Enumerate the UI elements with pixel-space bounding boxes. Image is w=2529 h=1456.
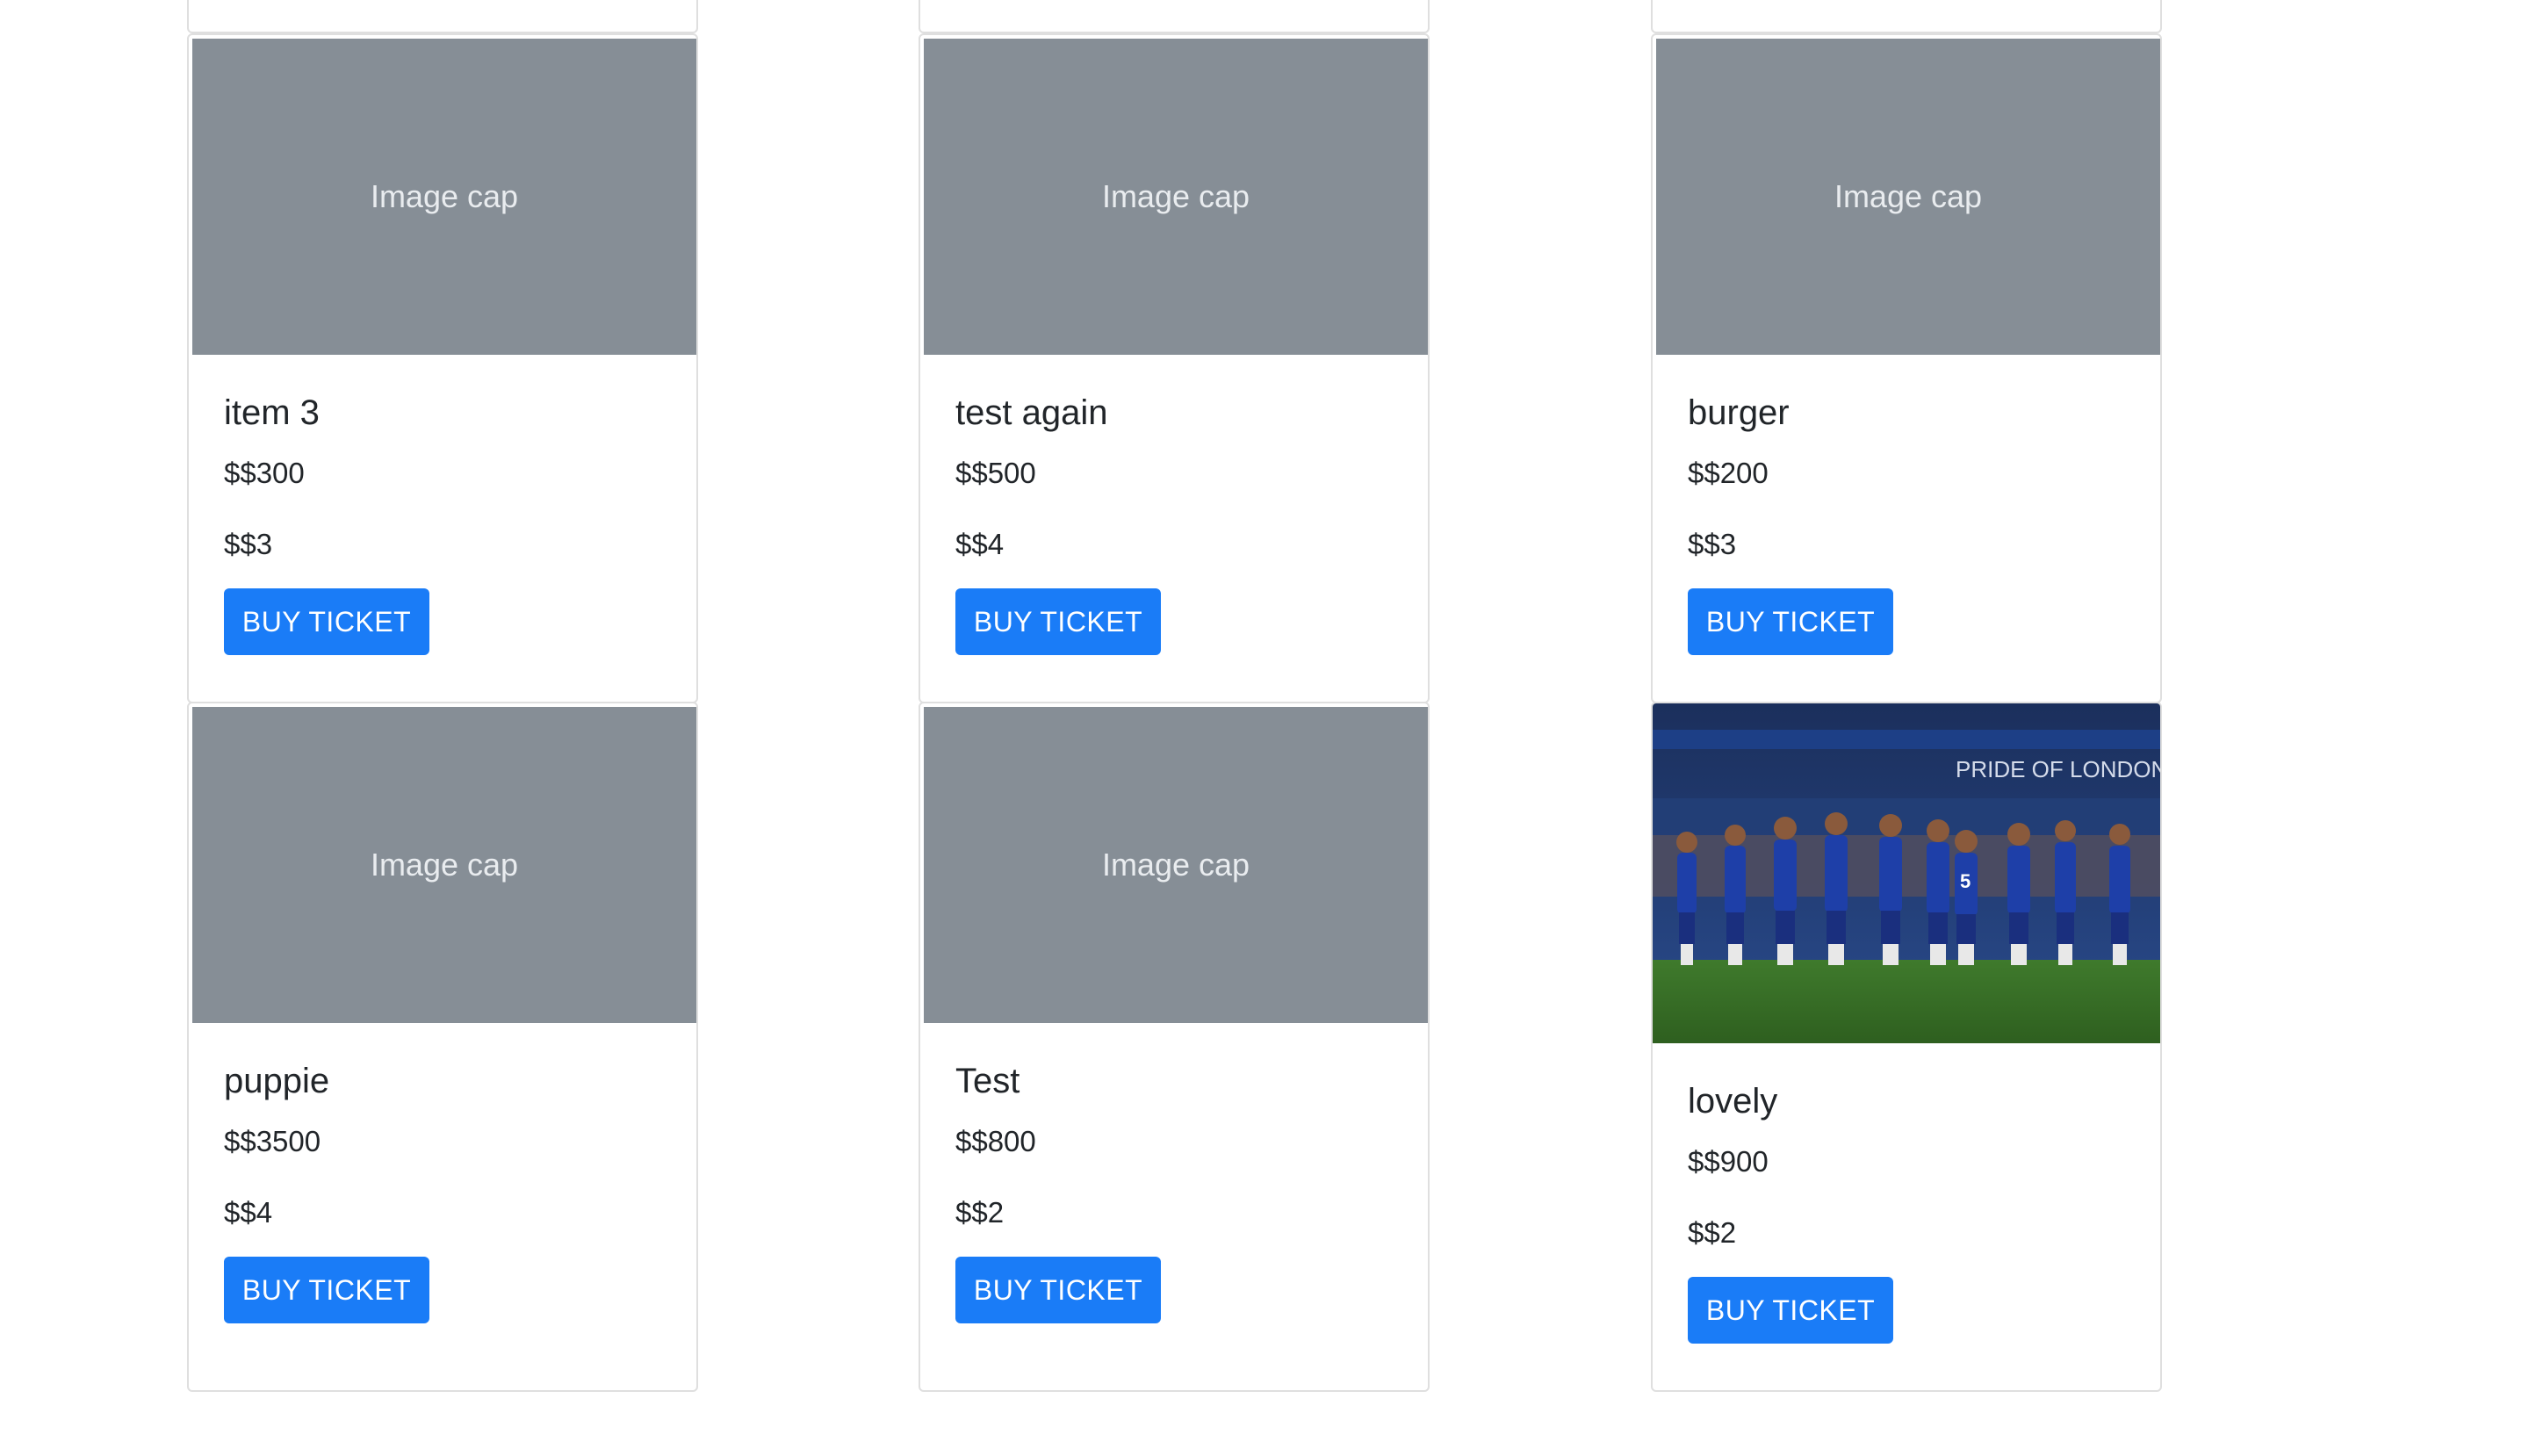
event-card-grid: Image cap item 3 $$300 $$3 BUY TICKET Im…: [0, 0, 2529, 1456]
card-price: $$200: [1688, 457, 1769, 489]
card-stub-previous-row: [187, 0, 698, 33]
card-title: puppie: [224, 1062, 330, 1100]
card-quantity: $$2: [955, 1196, 1005, 1229]
event-card: Image cap puppie $$3500 $$4 BUY TICKET: [187, 702, 698, 1392]
card-quantity: $$3: [1688, 528, 1737, 560]
event-card: Image cap burger $$200 $$3 BUY TICKET: [1651, 33, 2162, 703]
card-quantity: $$2: [1688, 1216, 1737, 1249]
card-price: $$900: [1688, 1145, 1769, 1178]
card-stub-previous-row: [919, 0, 1430, 33]
buy-ticket-button[interactable]: BUY TICKET: [224, 588, 429, 655]
card-price: $$800: [955, 1125, 1036, 1157]
svg-text:5: 5: [1960, 870, 1971, 892]
card-title: item 3: [224, 393, 320, 432]
card-stub-previous-row: [1651, 0, 2162, 33]
image-cap-placeholder: Image cap: [924, 707, 1428, 1023]
card-price: $$3500: [224, 1125, 321, 1157]
card-price: $$300: [224, 457, 305, 489]
buy-ticket-button[interactable]: BUY TICKET: [955, 588, 1161, 655]
event-card: Image cap test again $$500 $$4 BUY TICKE…: [919, 33, 1430, 703]
image-cap-placeholder: Image cap: [192, 707, 696, 1023]
image-cap-placeholder: Image cap: [192, 39, 696, 355]
stadium-banner-text: PRIDE OF LONDON: [1956, 756, 2162, 782]
event-card: PRIDE OF LONDON 5 lovely $$900 $$2 BUY T…: [1651, 702, 2162, 1392]
card-title: test again: [955, 393, 1108, 432]
image-cap-placeholder: Image cap: [1656, 39, 2160, 355]
event-card: Image cap Test $$800 $$2 BUY TICKET: [919, 702, 1430, 1392]
card-title: lovely: [1688, 1082, 1778, 1121]
card-quantity: $$4: [224, 1196, 273, 1229]
card-title: burger: [1688, 393, 1790, 432]
card-quantity: $$3: [224, 528, 273, 560]
buy-ticket-button[interactable]: BUY TICKET: [955, 1257, 1161, 1323]
card-price: $$500: [955, 457, 1036, 489]
buy-ticket-button[interactable]: BUY TICKET: [224, 1257, 429, 1323]
team-photo: PRIDE OF LONDON 5: [1653, 703, 2162, 1043]
buy-ticket-button[interactable]: BUY TICKET: [1688, 588, 1893, 655]
card-quantity: $$4: [955, 528, 1005, 560]
image-cap-placeholder: Image cap: [924, 39, 1428, 355]
event-card: Image cap item 3 $$300 $$3 BUY TICKET: [187, 33, 698, 703]
buy-ticket-button[interactable]: BUY TICKET: [1688, 1277, 1893, 1344]
card-title: Test: [955, 1062, 1020, 1100]
